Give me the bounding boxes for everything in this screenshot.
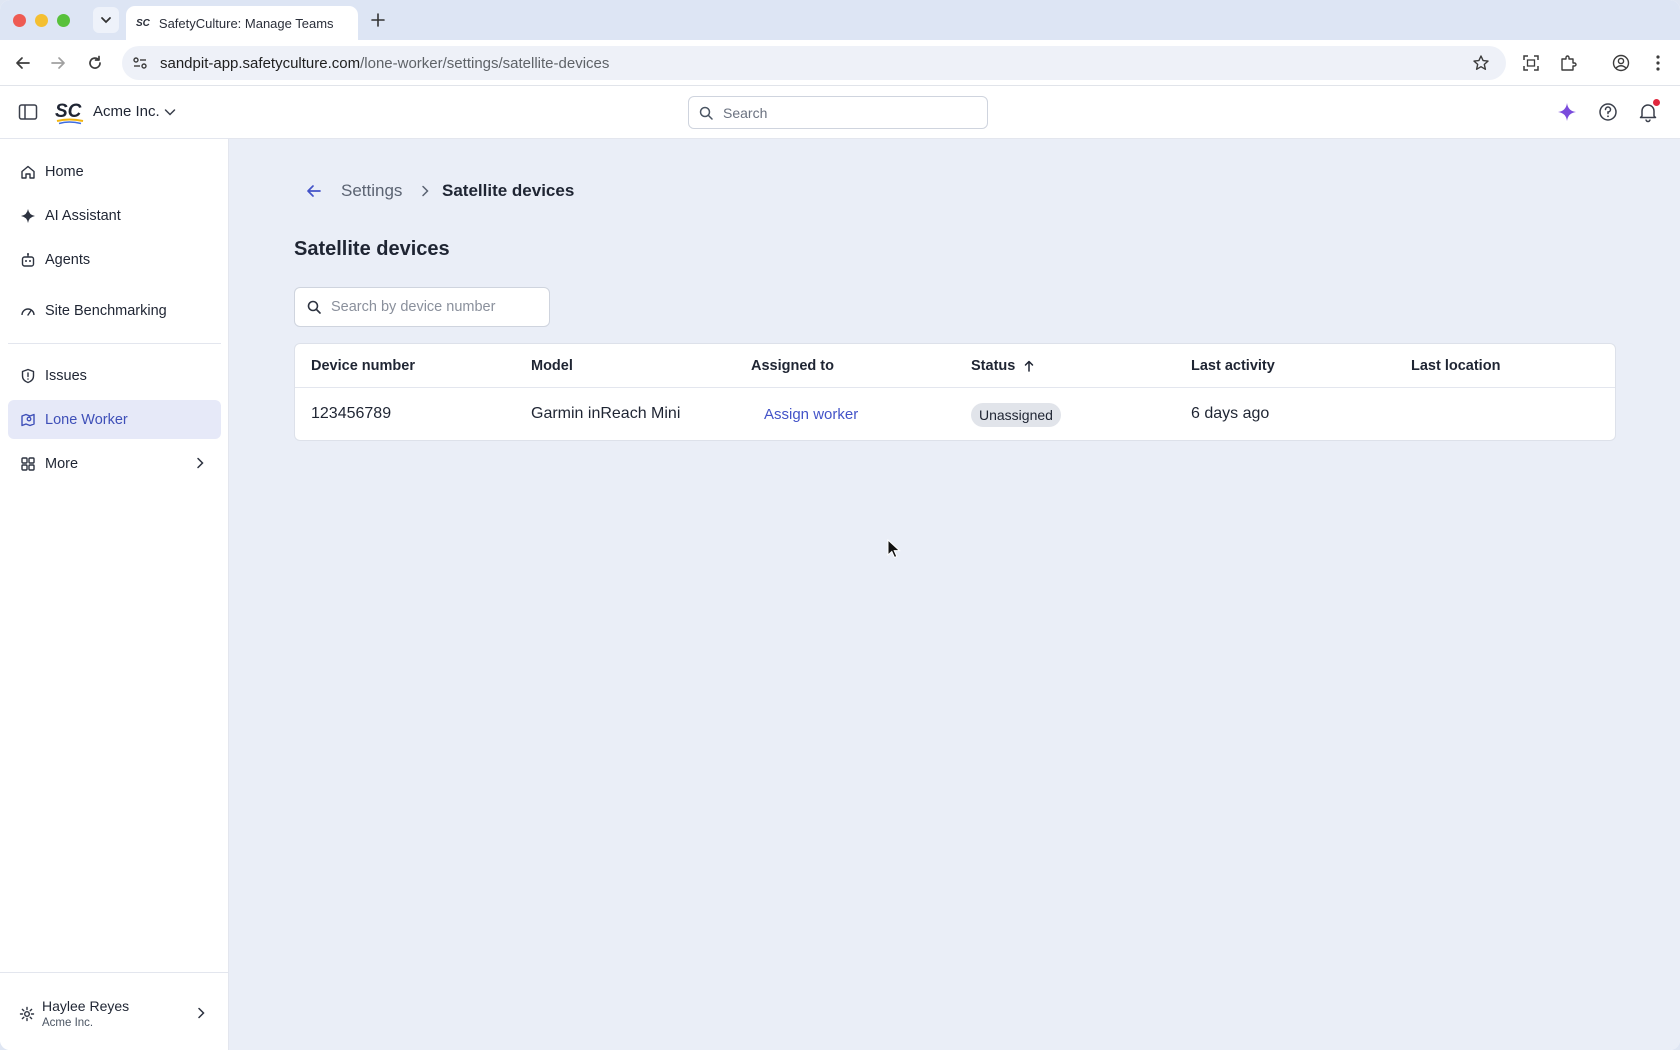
extensions-icon[interactable] — [1556, 51, 1580, 75]
sidebar-item-lone-worker[interactable]: Lone Worker — [8, 400, 221, 439]
notification-badge — [1653, 99, 1660, 106]
browser-window: SC SafetyCulture: Manage Teams sandpit-a… — [0, 0, 1680, 1050]
sidebar-item-label: Site Benchmarking — [45, 302, 167, 319]
chevron-right-icon — [422, 185, 429, 197]
profile-icon[interactable] — [1609, 51, 1633, 75]
window-controls — [13, 13, 70, 27]
sidebar-item-label: Lone Worker — [45, 411, 128, 428]
sidebar-item-home[interactable]: Home — [8, 152, 221, 191]
gauge-icon — [21, 307, 35, 316]
maximize-window-button[interactable] — [57, 13, 70, 27]
sidebar: Home AI Assistant Agents Site Benchmarki… — [0, 139, 229, 1050]
bookmark-star-icon[interactable] — [1469, 51, 1493, 75]
grid-icon — [21, 456, 35, 471]
mouse-cursor-icon — [887, 539, 901, 559]
screenshot-icon[interactable] — [1519, 51, 1543, 75]
column-header-last-activity[interactable]: Last activity — [1191, 358, 1275, 374]
device-search-field[interactable] — [294, 287, 550, 327]
user-profile-menu[interactable]: Haylee Reyes Acme Inc. — [0, 972, 229, 1050]
reload-button[interactable] — [83, 51, 107, 75]
cell-last-activity: 6 days ago — [1191, 405, 1270, 422]
column-header-status[interactable]: Status — [971, 358, 1035, 374]
search-icon — [699, 106, 713, 120]
devices-table: Device number Model Assigned to Status L… — [294, 343, 1616, 441]
map-pin-icon — [21, 413, 35, 426]
forward-button[interactable] — [46, 51, 70, 75]
sidebar-item-more[interactable]: More — [8, 444, 221, 483]
chevron-down-icon — [101, 17, 111, 24]
app-header: SC Acme Inc. Search — [0, 86, 1680, 139]
table-header: Device number Model Assigned to Status L… — [295, 344, 1615, 388]
sidebar-item-label: More — [45, 455, 79, 472]
page-title: Satellite devices — [294, 238, 450, 260]
arrow-right-icon — [51, 57, 65, 69]
url-path: /lone-worker/settings/satellite-devices — [360, 54, 610, 72]
tab-search-button[interactable] — [93, 7, 119, 33]
org-name[interactable]: Acme Inc. — [93, 103, 160, 120]
cell-model: Garmin inReach Mini — [531, 405, 681, 422]
back-button[interactable] — [11, 51, 35, 75]
favicon-icon: SC — [136, 17, 150, 29]
sidebar-toggle-icon[interactable] — [17, 101, 39, 123]
tab-title: SafetyCulture: Manage Teams — [158, 15, 334, 31]
new-tab-button[interactable] — [366, 8, 390, 32]
column-header-status-label: Status — [971, 358, 1016, 374]
column-header-assigned-to[interactable]: Assigned to — [751, 358, 834, 374]
safetyculture-logo[interactable]: SC — [55, 99, 85, 125]
shield-alert-icon — [21, 368, 35, 383]
browser-menu-icon[interactable] — [1646, 51, 1670, 75]
sidebar-item-label: Agents — [45, 251, 91, 268]
chevron-right-icon — [197, 457, 204, 469]
sidebar-divider — [8, 343, 221, 344]
home-icon — [21, 165, 35, 179]
robot-icon — [21, 252, 35, 267]
column-header-model[interactable]: Model — [531, 358, 573, 374]
reload-icon — [89, 55, 101, 69]
sidebar-item-label: Home — [45, 163, 84, 180]
search-placeholder: Search — [723, 104, 768, 121]
address-bar[interactable]: sandpit-app.safetyculture.com/lone-worke… — [122, 46, 1506, 80]
main-content: Settings Satellite devices Satellite dev… — [229, 139, 1680, 1050]
sidebar-item-agents[interactable]: Agents — [8, 240, 221, 279]
url-text[interactable]: sandpit-app.safetyculture.com/lone-worke… — [160, 55, 609, 72]
breadcrumb-current: Satellite devices — [442, 181, 575, 200]
close-window-button[interactable] — [13, 13, 26, 27]
url-host: sandpit-app.safetyculture.com — [160, 54, 361, 72]
browser-toolbar: sandpit-app.safetyculture.com/lone-worke… — [0, 40, 1680, 86]
minimize-window-button[interactable] — [35, 13, 48, 27]
column-header-device-number[interactable]: Device number — [311, 358, 415, 374]
chevron-right-icon — [198, 1007, 205, 1019]
back-arrow-icon[interactable] — [303, 180, 325, 202]
user-name: Haylee Reyes — [42, 998, 130, 1014]
chevron-down-icon[interactable] — [163, 105, 177, 119]
sidebar-item-site-benchmarking[interactable]: Site Benchmarking — [8, 291, 221, 330]
status-badge: Unassigned — [971, 403, 1061, 427]
device-search-input[interactable] — [331, 299, 531, 315]
global-search-input[interactable]: Search — [688, 96, 988, 129]
sidebar-item-issues[interactable]: Issues — [8, 356, 221, 395]
arrow-left-icon — [16, 57, 30, 69]
cell-device-number: 123456789 — [311, 405, 392, 422]
plus-icon — [371, 13, 385, 27]
user-org: Acme Inc. — [42, 1017, 94, 1029]
ai-sparkle-icon[interactable] — [1556, 101, 1578, 123]
sparkle-icon — [21, 208, 35, 223]
column-header-last-location[interactable]: Last location — [1411, 358, 1500, 374]
sidebar-item-label: AI Assistant — [45, 207, 121, 224]
breadcrumb-settings-link[interactable]: Settings — [341, 181, 402, 201]
search-icon — [307, 300, 321, 314]
sidebar-item-ai-assistant[interactable]: AI Assistant — [8, 196, 221, 235]
tab-strip: SC SafetyCulture: Manage Teams — [0, 0, 1680, 40]
sidebar-item-label: Issues — [45, 367, 87, 384]
assign-worker-link[interactable]: Assign worker — [764, 406, 858, 423]
site-settings-icon[interactable] — [132, 55, 148, 71]
gear-icon — [19, 1006, 35, 1022]
browser-tab[interactable]: SC SafetyCulture: Manage Teams — [126, 6, 358, 40]
sort-ascending-icon — [1025, 360, 1034, 372]
help-icon[interactable] — [1597, 101, 1619, 123]
